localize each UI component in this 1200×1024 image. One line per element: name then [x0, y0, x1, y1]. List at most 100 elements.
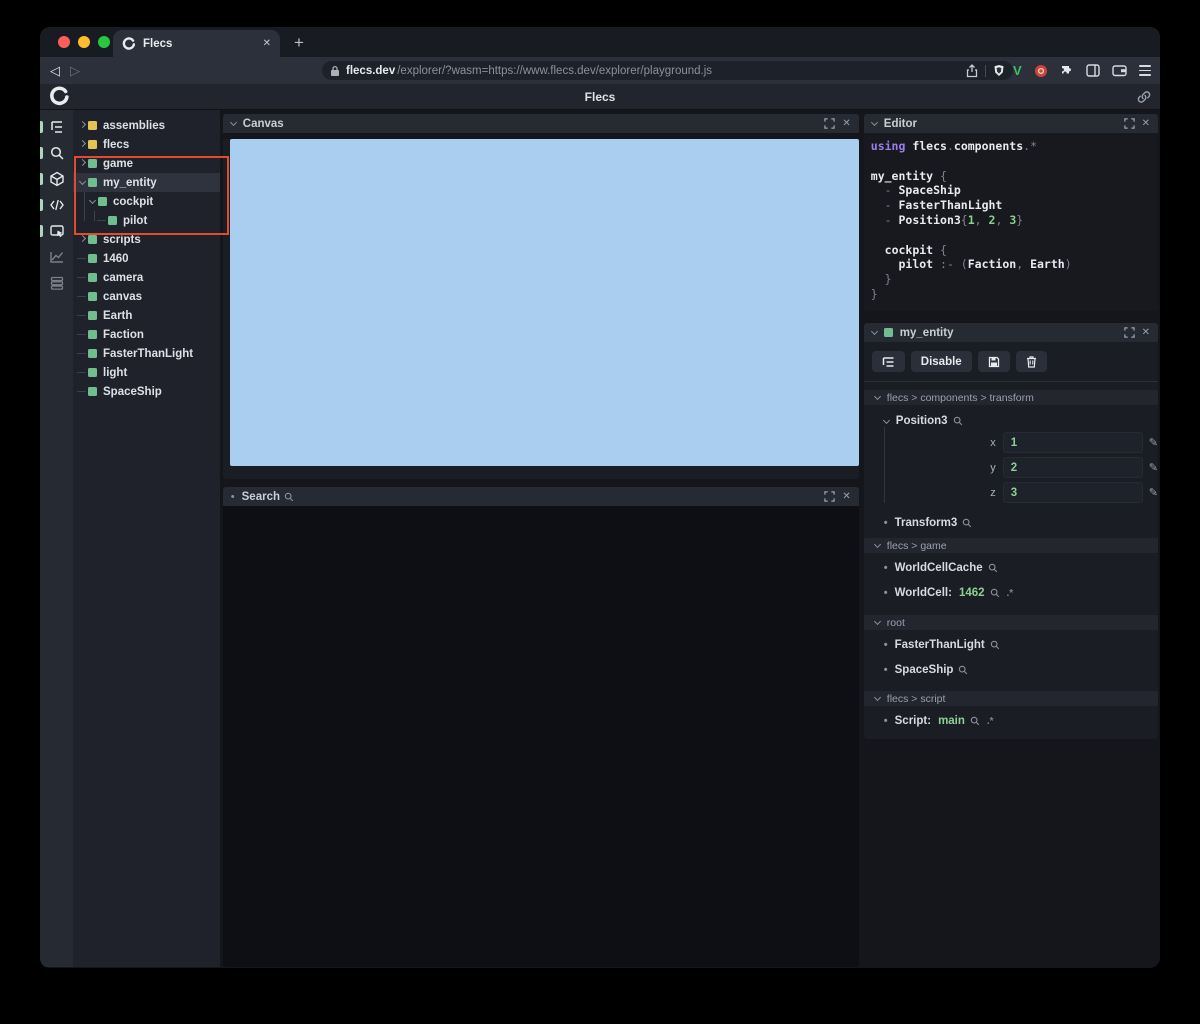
- tree-item-1460[interactable]: 1460: [73, 249, 220, 268]
- section-header-root[interactable]: root: [863, 615, 1158, 630]
- tree-item-assemblies[interactable]: assemblies: [73, 116, 220, 135]
- chevron-down-icon[interactable]: [229, 118, 237, 127]
- extensions-puzzle-icon[interactable]: [1060, 64, 1074, 78]
- magnifier-icon[interactable]: [970, 716, 980, 726]
- fullscreen-icon[interactable]: [1123, 118, 1135, 129]
- tree-item-pilot[interactable]: pilot: [73, 211, 220, 230]
- zoom-window-button[interactable]: [98, 36, 110, 48]
- tree-item-flecs[interactable]: flecs: [73, 135, 220, 154]
- tree-item-fasterthanlight[interactable]: FasterThanLight: [73, 344, 220, 363]
- close-window-button[interactable]: [58, 36, 70, 48]
- fullscreen-icon[interactable]: [1123, 327, 1135, 338]
- browser-menu-icon[interactable]: [1138, 65, 1151, 76]
- sidebar-toggle-icon[interactable]: [1085, 64, 1100, 77]
- chevron-down-icon[interactable]: [88, 196, 97, 205]
- sidebar-item-stats[interactable]: [40, 249, 73, 265]
- sidebar-item-canvas[interactable]: [40, 223, 73, 239]
- tree-item-faction[interactable]: Faction: [73, 325, 220, 344]
- component-worldcellcache[interactable]: • WorldCellCache: [864, 562, 1158, 574]
- chevron-right-icon[interactable]: [78, 120, 87, 129]
- active-pill: [40, 225, 43, 237]
- fullscreen-icon[interactable]: [824, 491, 836, 502]
- close-panel-icon[interactable]: ✕: [1142, 327, 1150, 338]
- sidebar-item-queries[interactable]: [40, 275, 73, 291]
- url-bar[interactable]: flecs.dev /explorer/?wasm=https://www.fl…: [322, 61, 1013, 80]
- tree-item-light[interactable]: light: [73, 363, 220, 382]
- y-value-input[interactable]: 2: [1002, 457, 1143, 478]
- save-button[interactable]: [977, 351, 1010, 372]
- render-canvas[interactable]: [229, 139, 859, 466]
- magnifier-icon[interactable]: [284, 492, 294, 502]
- bullet-icon: •: [883, 664, 888, 676]
- tree-item-label: Faction: [103, 328, 144, 341]
- field-label: x: [990, 436, 996, 449]
- sidebar-item-code[interactable]: [40, 197, 73, 213]
- chevron-down-icon[interactable]: [870, 327, 878, 336]
- position3-fields: x 1 ✎ y 2 ✎ z 3 ✎: [883, 427, 1158, 503]
- tree-item-camera[interactable]: camera: [73, 268, 220, 287]
- chevron-right-icon[interactable]: [78, 158, 87, 167]
- outline-tree-icon: [50, 121, 62, 133]
- vue-devtools-icon[interactable]: V: [1013, 63, 1022, 78]
- sidebar-item-tree[interactable]: [40, 119, 73, 135]
- component-script[interactable]: • Script: main .*: [864, 715, 1158, 727]
- magnifier-icon[interactable]: [990, 640, 1000, 650]
- fullscreen-icon[interactable]: [824, 118, 836, 129]
- code-editor[interactable]: using flecs.components.* my_entity { - S…: [863, 133, 1158, 311]
- tree-item-spaceship[interactable]: SpaceShip: [73, 382, 220, 401]
- magnifier-icon[interactable]: [962, 518, 972, 528]
- adblock-badge-icon[interactable]: [1034, 64, 1048, 78]
- tree-item-label: canvas: [103, 290, 143, 303]
- section-header-transform[interactable]: flecs > components > transform: [863, 390, 1158, 405]
- magnifier-icon[interactable]: [953, 416, 963, 426]
- chevron-down-icon[interactable]: [870, 118, 878, 127]
- edit-pencil-icon[interactable]: ✎: [1149, 436, 1158, 449]
- z-value-input[interactable]: 3: [1002, 482, 1143, 503]
- component-label: Position3: [895, 415, 948, 427]
- section-header-label: flecs > components > transform: [886, 391, 1034, 404]
- chevron-down-icon[interactable]: [78, 177, 87, 186]
- brave-shield-icon[interactable]: [993, 64, 1005, 77]
- component-spaceship[interactable]: • SpaceShip: [864, 664, 1158, 676]
- sidebar-item-entities[interactable]: [40, 171, 73, 187]
- component-worldcell[interactable]: • WorldCell: 1462 .*: [864, 587, 1158, 599]
- tree-item-earth[interactable]: Earth: [73, 306, 220, 325]
- magnifier-icon[interactable]: [990, 588, 1000, 598]
- minimize-window-button[interactable]: [78, 36, 90, 48]
- tree-item-scripts[interactable]: scripts: [73, 230, 220, 249]
- chevron-right-icon[interactable]: [78, 139, 87, 148]
- delete-button[interactable]: [1015, 351, 1047, 372]
- bullet-icon: •: [883, 517, 888, 529]
- section-header-game[interactable]: flecs > game: [863, 538, 1158, 553]
- edit-pencil-icon[interactable]: ✎: [1149, 486, 1158, 499]
- tree-item-cockpit[interactable]: cockpit: [73, 192, 220, 211]
- chevron-down-icon[interactable]: [882, 416, 890, 424]
- section-header-script[interactable]: flecs > script: [863, 691, 1158, 706]
- tree-item-my-entity[interactable]: my_entity: [73, 173, 220, 192]
- tree-item-game[interactable]: game: [73, 154, 220, 173]
- search-panel-body[interactable]: [222, 506, 859, 967]
- share-icon[interactable]: [966, 63, 978, 78]
- close-panel-icon[interactable]: ✕: [842, 491, 850, 502]
- magnifier-icon[interactable]: [988, 563, 998, 573]
- wallet-icon[interactable]: [1111, 64, 1127, 77]
- magnifier-icon[interactable]: [958, 665, 968, 675]
- tab-close-icon[interactable]: ✕: [263, 38, 271, 49]
- tree-item-canvas[interactable]: canvas: [73, 287, 220, 306]
- new-tab-button[interactable]: +: [294, 33, 304, 53]
- disable-button[interactable]: Disable: [910, 351, 972, 372]
- sidebar-item-search[interactable]: [40, 145, 73, 161]
- edit-pencil-icon[interactable]: ✎: [1149, 461, 1158, 474]
- close-panel-icon[interactable]: ✕: [842, 118, 850, 129]
- component-transform3[interactable]: • Transform3: [864, 517, 1158, 529]
- tree-view-button[interactable]: [871, 351, 905, 372]
- chevron-right-icon[interactable]: [78, 234, 87, 243]
- x-value-input[interactable]: 1: [1002, 432, 1143, 453]
- browser-tab[interactable]: Flecs ✕: [113, 30, 280, 57]
- component-position3[interactable]: Position3: [864, 415, 1158, 427]
- back-button[interactable]: ◁: [50, 64, 60, 77]
- entity-tree-panel: assemblies flecs game my_entity cockpit: [73, 110, 220, 967]
- component-fasterthanlight[interactable]: • FasterThanLight: [864, 639, 1158, 651]
- component-value: main: [938, 715, 965, 727]
- close-panel-icon[interactable]: ✕: [1142, 118, 1150, 129]
